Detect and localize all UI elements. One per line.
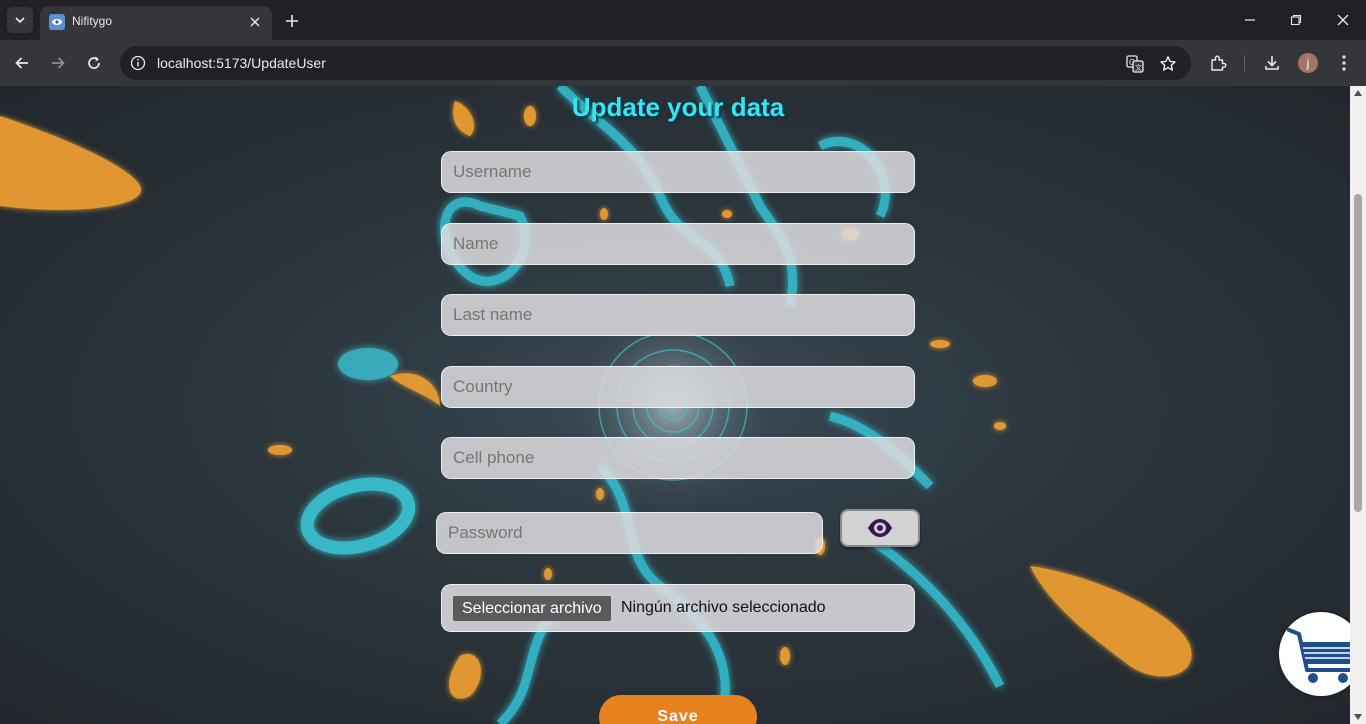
username-input[interactable] [441, 151, 915, 193]
site-favicon-icon [49, 14, 65, 30]
bookmark-star-icon[interactable] [1157, 53, 1179, 75]
svg-text:文: 文 [1135, 63, 1142, 72]
file-upload-field[interactable]: Seleccionar archivo Ningún archivo selec… [441, 584, 915, 632]
new-tab-icon[interactable] [280, 9, 304, 33]
tab-search-button[interactable] [7, 7, 33, 33]
eye-icon [868, 519, 892, 537]
forward-arrow-icon[interactable] [44, 49, 72, 77]
scrollbar-thumb[interactable] [1354, 194, 1362, 512]
save-button[interactable]: Save [599, 695, 757, 724]
translate-icon[interactable]: G文 [1124, 53, 1146, 75]
cell-phone-input[interactable] [441, 437, 915, 479]
name-input[interactable] [441, 223, 915, 265]
file-status-text: Ningún archivo seleccionado [621, 599, 826, 616]
choose-file-button[interactable]: Seleccionar archivo [453, 596, 611, 621]
toolbar-separator [1244, 55, 1245, 71]
minimize-icon[interactable] [1230, 6, 1270, 34]
page-title: Update your data [571, 92, 785, 122]
more-menu-icon[interactable] [1332, 51, 1356, 75]
restore-icon[interactable] [1276, 6, 1316, 34]
download-icon[interactable] [1260, 51, 1284, 75]
toggle-password-visibility-button[interactable] [840, 509, 920, 547]
tab-title: Nifitygo [72, 14, 113, 28]
browser-tab[interactable]: Nifitygo [40, 6, 272, 40]
site-info-icon[interactable] [128, 53, 148, 73]
scroll-up-arrow-icon[interactable] [1354, 90, 1362, 96]
profile-avatar[interactable]: j [1298, 53, 1318, 73]
scroll-down-arrow-icon[interactable] [1354, 714, 1362, 720]
last-name-input[interactable] [441, 294, 915, 336]
chevron-down-icon [15, 17, 25, 24]
browser-toolbar: localhost:5173/UpdateUser G文 j [0, 40, 1366, 86]
reload-icon[interactable] [80, 49, 108, 77]
close-tab-icon[interactable] [246, 13, 264, 31]
extensions-icon[interactable] [1206, 51, 1230, 75]
url-text[interactable]: localhost:5173/UpdateUser [157, 55, 326, 71]
page-viewport: Update your data Seleccionar archivo Nin… [0, 86, 1350, 724]
address-bar[interactable]: localhost:5173/UpdateUser G文 [120, 46, 1191, 80]
country-input[interactable] [441, 366, 915, 408]
close-window-icon[interactable] [1323, 6, 1363, 34]
password-input[interactable] [436, 512, 823, 554]
page-scrollbar[interactable] [1350, 86, 1366, 724]
back-arrow-icon[interactable] [8, 49, 36, 77]
browser-tab-strip: Nifitygo [0, 0, 1366, 40]
